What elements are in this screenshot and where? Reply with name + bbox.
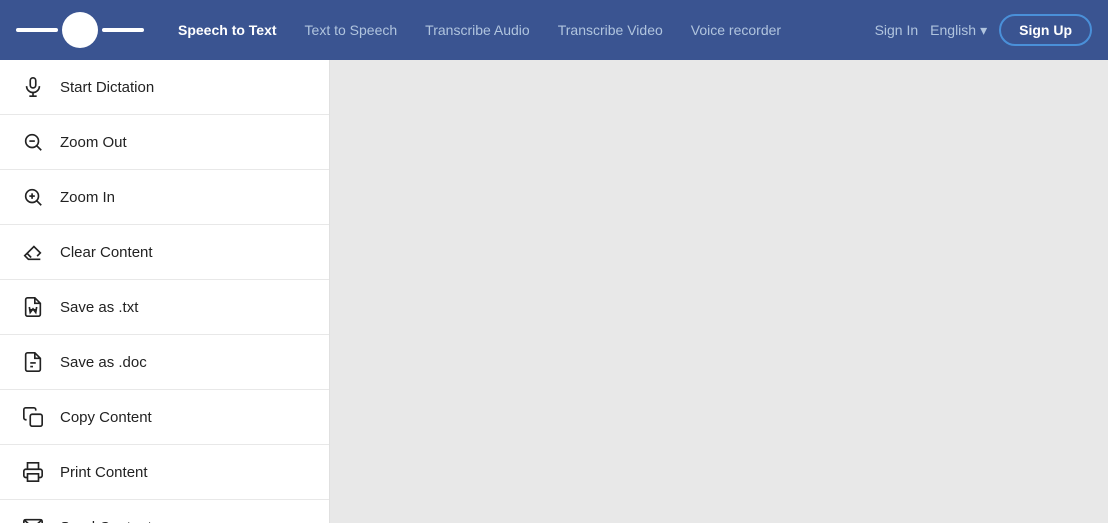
language-label: English [930,22,976,38]
sidebar-item-send-content[interactable]: Send Content [0,500,329,523]
save-doc-icon [20,349,46,375]
content-area[interactable] [330,60,1108,523]
sidebar-item-save-txt[interactable]: Save as .txt [0,280,329,335]
logo-line-left [16,28,58,32]
sidebar-item-label: Save as .txt [60,299,138,316]
sidebar-item-zoom-out[interactable]: Zoom Out [0,115,329,170]
signup-button[interactable]: Sign Up [999,14,1092,46]
sidebar-item-label: Clear Content [60,244,153,261]
header-right: Sign In English ▾ Sign Up [875,14,1092,46]
nav-voice-recorder[interactable]: Voice recorder [681,16,791,44]
header: Speech to Text Text to Speech Transcribe… [0,0,1108,60]
nav-speech-to-text[interactable]: Speech to Text [168,16,287,44]
sidebar-item-start-dictation[interactable]: Start Dictation [0,60,329,115]
logo-circle [62,12,98,48]
mail-icon [20,514,46,523]
sidebar-item-label: Print Content [60,464,148,481]
sidebar-item-label: Copy Content [60,409,152,426]
sidebar-item-clear-content[interactable]: Clear Content [0,225,329,280]
nav-transcribe-video[interactable]: Transcribe Video [548,16,673,44]
sidebar-item-save-doc[interactable]: Save as .doc [0,335,329,390]
logo [16,12,144,48]
zoom-in-icon [20,184,46,210]
sidebar-item-copy-content[interactable]: Copy Content [0,390,329,445]
sidebar-item-label: Send Content [60,519,152,523]
sidebar-item-label: Start Dictation [60,79,154,96]
sidebar-item-print-content[interactable]: Print Content [0,445,329,500]
copy-icon [20,404,46,430]
sidebar-item-zoom-in[interactable]: Zoom In [0,170,329,225]
language-button[interactable]: English ▾ [930,22,987,39]
nav-links: Speech to Text Text to Speech Transcribe… [168,16,851,44]
sidebar: Start Dictation Zoom Out Zoom In Clear C… [0,60,330,523]
nav-text-to-speech[interactable]: Text to Speech [295,16,408,44]
chevron-down-icon: ▾ [980,22,987,39]
mic-icon [20,74,46,100]
sidebar-item-label: Save as .doc [60,354,147,371]
sign-in-link[interactable]: Sign In [875,22,919,38]
print-icon [20,459,46,485]
main-layout: Start Dictation Zoom Out Zoom In Clear C… [0,60,1108,523]
logo-line-right [102,28,144,32]
nav-transcribe-audio[interactable]: Transcribe Audio [415,16,540,44]
save-txt-icon [20,294,46,320]
eraser-icon [20,239,46,265]
zoom-out-icon [20,129,46,155]
sidebar-item-label: Zoom Out [60,134,127,151]
sidebar-item-label: Zoom In [60,189,115,206]
